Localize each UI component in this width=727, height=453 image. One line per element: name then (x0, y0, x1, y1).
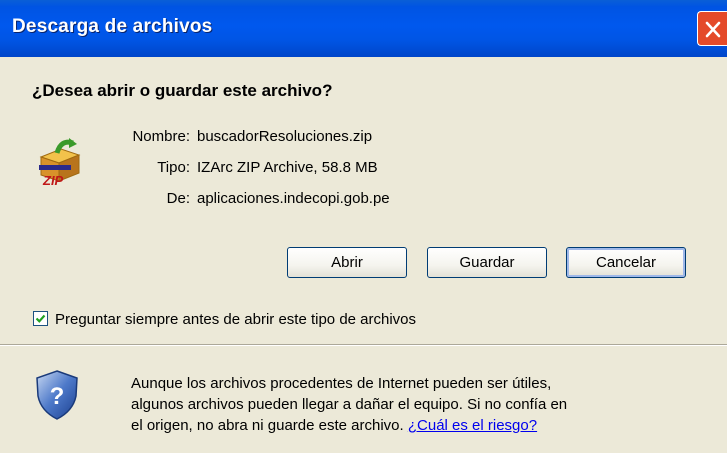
divider-highlight (0, 345, 727, 346)
dialog-question: ¿Desea abrir o guardar este archivo? (32, 81, 333, 100)
shield-icon: ? (36, 370, 78, 420)
file-type: IZArc ZIP Archive, 58.8 MB (197, 159, 378, 176)
risk-link[interactable]: ¿Cuál es el riesgo? (408, 417, 537, 434)
open-button[interactable]: Abrir (287, 247, 407, 278)
close-button[interactable] (697, 11, 727, 46)
security-warning: Aunque los archivos procedentes de Inter… (131, 373, 631, 436)
from-label: De: (166, 190, 190, 207)
close-icon (705, 21, 721, 38)
svg-text:ZIP: ZIP (42, 173, 64, 188)
download-dialog: Descarga de archivos ¿Desea abrir o guar… (0, 0, 727, 453)
warning-line-1: Aunque los archivos procedentes de Inter… (131, 375, 552, 392)
window-title: Descarga de archivos (12, 16, 213, 37)
file-source: aplicaciones.indecopi.gob.pe (197, 190, 390, 207)
cancel-button[interactable]: Cancelar (566, 247, 686, 278)
always-ask-label[interactable]: Preguntar siempre antes de abrir este ti… (55, 311, 416, 328)
checkmark-icon (35, 314, 46, 323)
zip-archive-icon: ZIP (39, 138, 81, 188)
save-button[interactable]: Guardar (427, 247, 547, 278)
always-ask-checkbox[interactable] (33, 311, 48, 326)
warning-line-3: el origen, no abra ni guarde este archiv… (131, 415, 631, 436)
type-label: Tipo: (157, 159, 190, 176)
title-bar[interactable]: Descarga de archivos (0, 0, 727, 57)
name-label: Nombre: (132, 128, 190, 145)
warning-line-2: algunos archivos pueden llegar a dañar e… (131, 396, 568, 413)
svg-text:?: ? (50, 383, 65, 410)
warning-line-3-text: el origen, no abra ni guarde este archiv… (131, 417, 404, 434)
file-name: buscadorResoluciones.zip (197, 128, 373, 145)
